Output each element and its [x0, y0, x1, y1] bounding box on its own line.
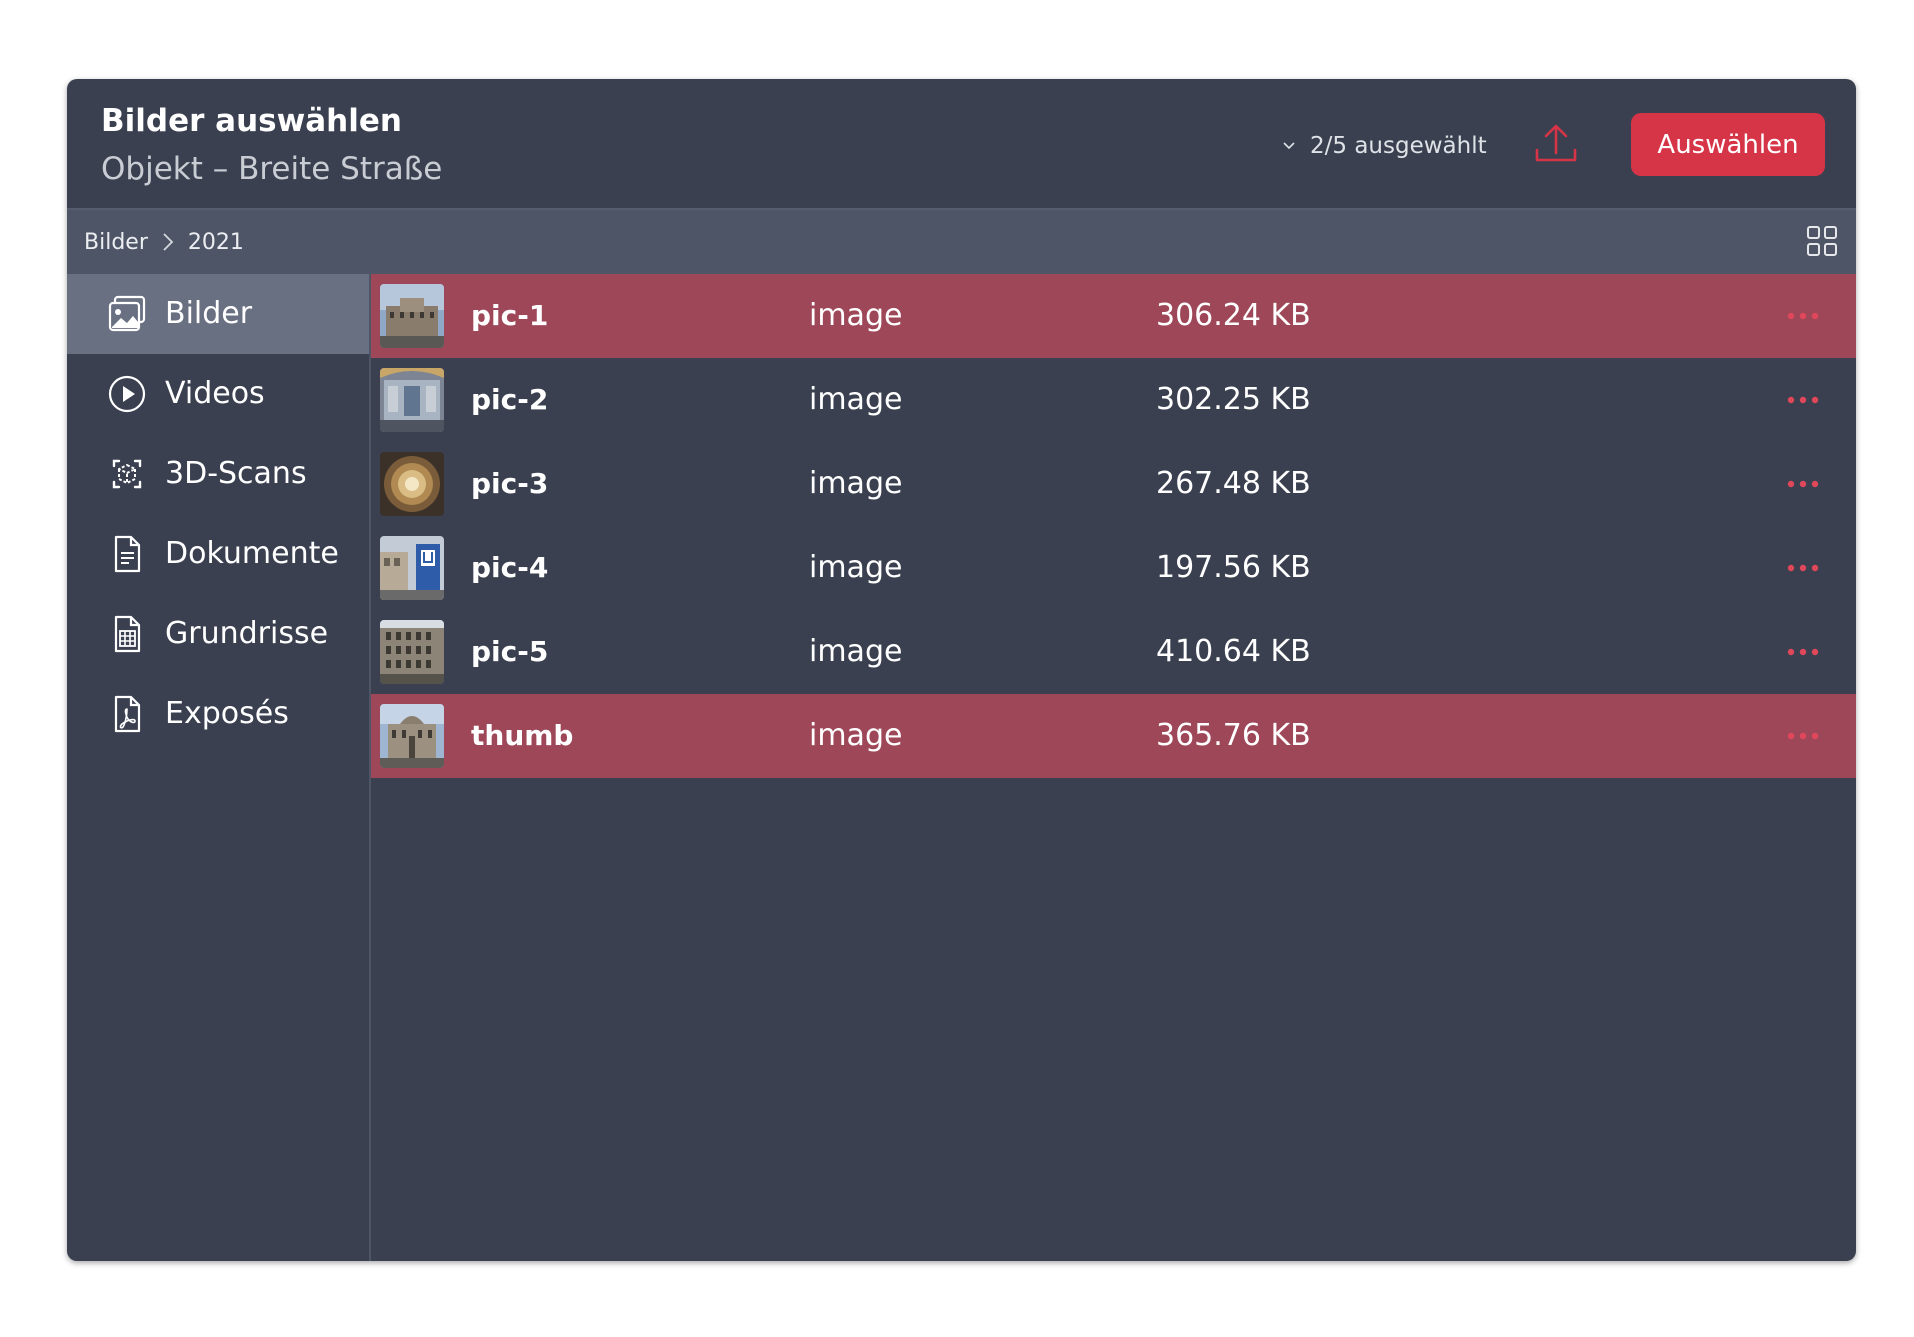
select-button[interactable]: Auswählen: [1631, 113, 1825, 176]
sidebar-item-videos[interactable]: Videos: [67, 354, 369, 434]
file-thumbnail: [380, 620, 444, 684]
more-options-icon[interactable]: [1783, 637, 1823, 667]
dialog-title: Bilder auswählen: [101, 103, 402, 139]
document-icon: [114, 535, 141, 573]
file-size: 302.25 KB: [1156, 382, 1311, 417]
chevron-right-icon: [163, 233, 174, 251]
file-type: image: [809, 298, 903, 333]
sidebar-item-label: Dokumente: [165, 536, 339, 571]
selection-count-dropdown[interactable]: 2/5 ausgewählt: [1282, 129, 1487, 163]
breadcrumb-item-2021[interactable]: 2021: [188, 230, 244, 255]
grid-view-icon[interactable]: [1806, 225, 1838, 257]
sidebar-item-grundrisse[interactable]: Grundrisse: [67, 594, 369, 674]
sidebar-item-label: Exposés: [165, 696, 289, 731]
file-size: 365.76 KB: [1156, 718, 1311, 753]
file-row[interactable]: thumb image 365.76 KB: [371, 694, 1856, 778]
sidebar-item-label: 3D-Scans: [165, 456, 307, 491]
file-size: 267.48 KB: [1156, 466, 1311, 501]
sidebar-item-dokumente[interactable]: Dokumente: [67, 514, 369, 594]
breadcrumb-item-bilder[interactable]: Bilder: [84, 230, 148, 255]
file-list: pic-1 image 306.24 KB pic-2 image 302.25…: [371, 274, 1856, 1261]
more-options-icon[interactable]: [1783, 721, 1823, 751]
upload-icon[interactable]: [1532, 120, 1580, 168]
file-size: 410.64 KB: [1156, 634, 1311, 669]
file-name: pic-4: [471, 551, 549, 584]
file-type: image: [809, 550, 903, 585]
more-options-icon[interactable]: [1783, 469, 1823, 499]
sidebar-item-label: Bilder: [165, 296, 253, 331]
file-size: 197.56 KB: [1156, 550, 1311, 585]
images-icon: [108, 295, 146, 332]
file-name: pic-2: [471, 383, 549, 416]
more-options-icon[interactable]: [1783, 553, 1823, 583]
file-type: image: [809, 466, 903, 501]
sidebar-item-label: Grundrisse: [165, 616, 329, 651]
file-row[interactable]: pic-4 image 197.56 KB: [371, 526, 1856, 610]
sidebar-item-bilder[interactable]: Bilder: [67, 274, 369, 354]
dialog-subtitle: Objekt – Breite Straße: [101, 151, 443, 187]
dialog-header: Bilder auswählen Objekt – Breite Straße …: [67, 79, 1856, 210]
file-name: pic-3: [471, 467, 549, 500]
sidebar-item-exposes[interactable]: Exposés: [67, 674, 369, 754]
floorplan-icon: [114, 615, 141, 653]
selection-count-label: 2/5 ausgewählt: [1310, 133, 1487, 159]
file-row[interactable]: pic-1 image 306.24 KB: [371, 274, 1856, 358]
category-sidebar: Bilder Videos 3D-Scans Dokumente Grundri…: [67, 274, 371, 1261]
file-row[interactable]: pic-3 image 267.48 KB: [371, 442, 1856, 526]
sidebar-item-3d-scans[interactable]: 3D-Scans: [67, 434, 369, 514]
more-options-icon[interactable]: [1783, 385, 1823, 415]
file-thumbnail: [380, 536, 444, 600]
file-name: pic-5: [471, 635, 549, 668]
pdf-icon: [114, 695, 141, 733]
file-type: image: [809, 634, 903, 669]
sidebar-item-label: Videos: [165, 376, 265, 411]
file-thumbnail: [380, 704, 444, 768]
more-options-icon[interactable]: [1783, 301, 1823, 331]
file-thumbnail: [380, 368, 444, 432]
play-circle-icon: [108, 375, 146, 413]
breadcrumb-bar: Bilder 2021: [67, 210, 1856, 274]
file-size: 306.24 KB: [1156, 298, 1311, 333]
file-type: image: [809, 718, 903, 753]
file-thumbnail: [380, 284, 444, 348]
image-picker-dialog: Bilder auswählen Objekt – Breite Straße …: [67, 79, 1856, 1261]
file-thumbnail: [380, 452, 444, 516]
breadcrumb: Bilder 2021: [84, 210, 244, 274]
file-name: thumb: [471, 719, 574, 752]
chevron-down-icon: [1283, 142, 1295, 150]
file-type: image: [809, 382, 903, 417]
file-row[interactable]: pic-2 image 302.25 KB: [371, 358, 1856, 442]
3d-scan-icon: [112, 459, 142, 489]
file-row[interactable]: pic-5 image 410.64 KB: [371, 610, 1856, 694]
file-name: pic-1: [471, 299, 549, 332]
